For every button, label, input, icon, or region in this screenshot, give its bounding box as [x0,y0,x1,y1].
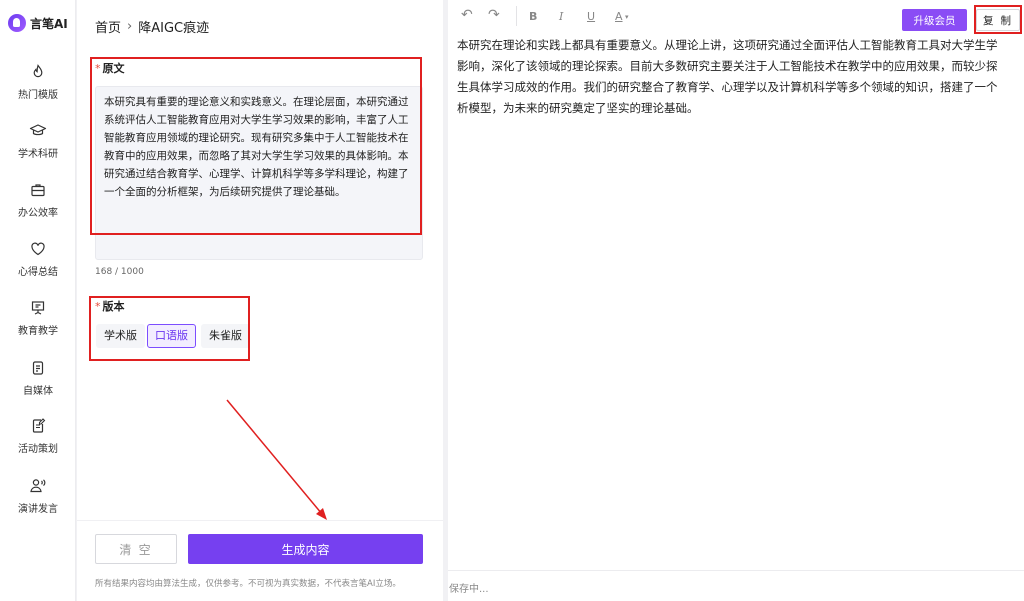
sidebar-item-label: 学术科研 [18,149,58,160]
breadcrumb-home[interactable]: 首页 [95,17,121,36]
annotation-box-version [89,296,250,361]
output-panel: ↶ ↷ B I U A ▾ 升级会员 复 制 本研究在理论和实践上都具有重要意义… [448,0,1024,601]
toolbar-divider [516,6,517,26]
edit-document-icon [32,418,46,433]
presentation-board-icon [31,301,45,315]
brand[interactable]: 言笔AI [8,14,68,32]
sidebar-item-label: 办公效率 [18,208,58,219]
clear-button[interactable]: 清 空 [95,534,177,564]
sidebar-item-label: 心得总结 [18,267,58,278]
sidebar-item-hot-templates[interactable]: 热门模版 [0,64,76,101]
generate-button[interactable]: 生成内容 [188,534,423,564]
chevron-right-icon: › [127,19,133,34]
sidebar-item-summary[interactable]: 心得总结 [0,241,76,278]
breadcrumb: 首页 › 降AIGC痕迹 [95,17,209,36]
document-icon [32,361,44,375]
status-bar: 保存中... [448,570,1024,601]
sidebar: 言笔AI 热门模版 学术科研 办公效率 心得总结 教育教学 自媒体 活动策划 演… [0,0,76,601]
annotation-box-copy [974,5,1022,34]
sidebar-item-office[interactable]: 办公效率 [0,182,76,219]
output-text[interactable]: 本研究在理论和实践上都具有重要意义。从理论上讲，这项研究通过全面评估人工智能教育… [457,35,1024,119]
brand-logo-icon [8,14,26,32]
sidebar-item-education[interactable]: 教育教学 [0,300,76,337]
sidebar-item-media[interactable]: 自媒体 [0,360,76,397]
briefcase-icon [31,184,45,197]
app-window: 言笔AI 热门模版 学术科研 办公效率 心得总结 教育教学 自媒体 活动策划 演… [0,0,1024,601]
input-panel: 首页 › 降AIGC痕迹 * 原文 本研究具有重要的理论意义和实践意义。在理论层面… [77,0,443,601]
sidebar-item-label: 演讲发言 [18,504,58,515]
disclaimer-text: 所有结果内容均由算法生成，仅供参考。不可视为真实数据，不代表言笔AI立场。 [95,579,401,589]
redo-icon[interactable]: ↷ [488,7,500,23]
sidebar-item-speech[interactable]: 演讲发言 [0,478,76,515]
graduation-cap-icon [29,124,47,136]
sidebar-item-label: 自媒体 [23,386,53,397]
upgrade-button[interactable]: 升级会员 [902,9,967,31]
save-status: 保存中... [449,584,489,595]
italic-icon[interactable]: I [559,10,563,23]
sidebar-item-academic[interactable]: 学术科研 [0,123,76,160]
speaker-person-icon [30,479,46,493]
underline-icon[interactable]: U [587,10,595,23]
action-footer: 清 空 生成内容 所有结果内容均由算法生成，仅供参考。不可视为真实数据，不代表言… [77,520,443,601]
sidebar-item-label: 活动策划 [18,444,58,455]
font-color-icon[interactable]: A [615,10,623,23]
chevron-down-icon[interactable]: ▾ [625,13,629,21]
editor-toolbar: ↶ ↷ B I U A ▾ 升级会员 复 制 [448,0,1024,36]
undo-icon[interactable]: ↶ [461,7,473,23]
brand-name: 言笔AI [30,16,68,31]
sidebar-item-label: 教育教学 [18,326,58,337]
heart-icon [31,242,45,256]
char-counter: 168 / 1000 [95,267,144,277]
bold-icon[interactable]: B [529,10,537,23]
sidebar-item-label: 热门模版 [18,90,58,101]
flame-icon [33,64,43,78]
sidebar-item-event-planning[interactable]: 活动策划 [0,418,76,455]
annotation-box-source [90,57,422,235]
breadcrumb-current: 降AIGC痕迹 [138,21,210,36]
